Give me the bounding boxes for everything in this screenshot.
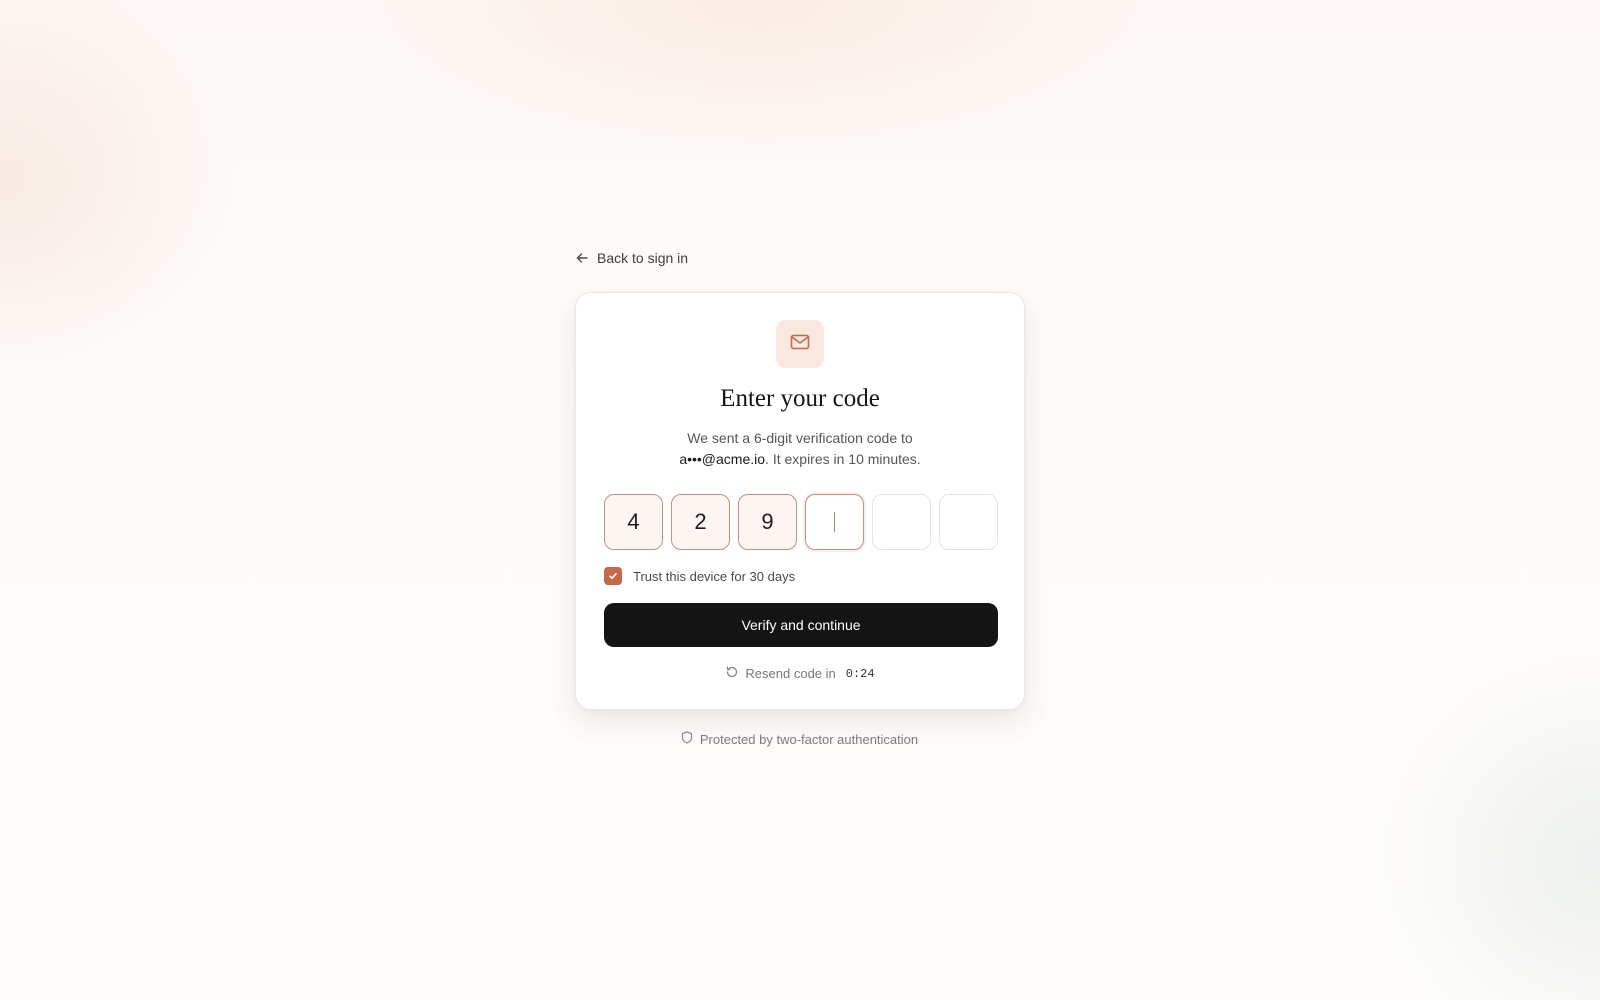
otp-digit-4[interactable] — [805, 494, 864, 550]
page-title: Enter your code — [720, 385, 880, 412]
otp-digit-1[interactable]: 4 — [604, 494, 663, 550]
refresh-icon — [725, 665, 739, 682]
otp-digit-value: 4 — [627, 509, 640, 534]
shield-icon — [681, 731, 693, 747]
description-line-2: . It expires in 10 minutes. — [765, 451, 921, 467]
footer-label: Protected by two-factor authentication — [699, 731, 919, 747]
security-footer: Protected by two-factor authentication — [0, 731, 1600, 747]
otp-digit-6[interactable] — [939, 494, 998, 550]
back-link-label: Back to sign in — [597, 250, 689, 266]
arrow-left-icon — [575, 251, 589, 265]
mail-icon — [789, 331, 811, 358]
resend-code[interactable]: Resend code in 0:24 — [576, 665, 1024, 682]
trust-device-label: Trust this device for 30 days — [633, 568, 796, 584]
otp-digit-value: 9 — [761, 509, 774, 534]
mail-icon-badge — [776, 320, 824, 368]
text-caret — [833, 512, 836, 532]
back-to-sign-in-link[interactable]: Back to sign in — [575, 250, 688, 266]
otp-digit-3[interactable]: 9 — [738, 494, 797, 550]
verify-button[interactable]: Verify and continue — [604, 603, 998, 647]
otp-digit-2[interactable]: 2 — [671, 494, 730, 550]
trust-device-option[interactable]: Trust this device for 30 days — [604, 567, 795, 585]
description-line-1: We sent a 6-digit verification code to — [687, 430, 913, 446]
verification-card: Enter your code We sent a 6-digit verifi… — [575, 292, 1025, 710]
otp-digit-value: 2 — [694, 509, 707, 534]
resend-timer: 0:24 — [845, 666, 875, 681]
resend-label: Resend code in — [745, 666, 836, 681]
check-icon — [608, 569, 618, 584]
otp-input-group: 4 2 9 — [604, 494, 998, 550]
trust-device-checkbox[interactable] — [604, 567, 622, 585]
masked-email: a•••@acme.io — [679, 451, 766, 467]
otp-digit-5[interactable] — [872, 494, 931, 550]
verification-description: We sent a 6-digit verification code to a… — [576, 428, 1024, 470]
